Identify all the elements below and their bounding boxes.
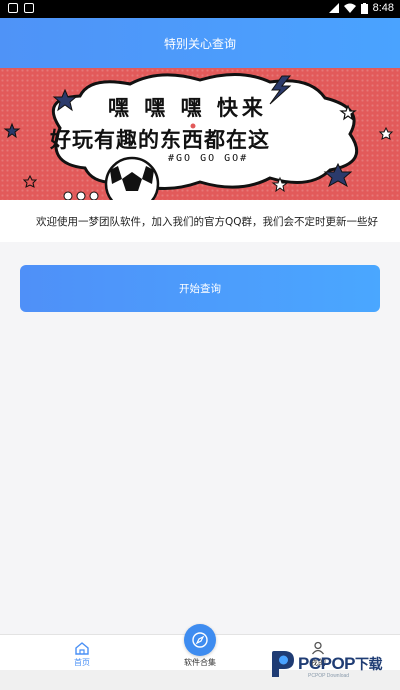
tab-home[interactable]: 首页 bbox=[32, 635, 132, 671]
wifi-icon bbox=[343, 3, 356, 13]
signal-icon bbox=[328, 3, 339, 13]
compass-icon bbox=[192, 632, 208, 648]
banner-headline-1: 嘿 嘿 嘿 快来 bbox=[108, 96, 267, 120]
status-bar: 8:48 bbox=[0, 0, 400, 18]
notification-icon-2 bbox=[24, 3, 34, 13]
notification-icon bbox=[8, 3, 18, 13]
battery-icon bbox=[360, 2, 368, 14]
banner-headline-2: 好玩有趣的东西都在这 bbox=[50, 128, 270, 152]
watermark-brand: PCPOP下载 bbox=[298, 654, 383, 673]
dot bbox=[76, 191, 86, 200]
tab-collection-label: 软件合集 bbox=[184, 658, 216, 667]
notice-text: 欢迎使用一梦团队软件，加入我们的官方QQ群，我们会不定时更新一些好 bbox=[36, 216, 379, 228]
pcpop-logo-icon bbox=[272, 651, 294, 677]
soccer-ball-icon bbox=[104, 156, 160, 200]
dot bbox=[89, 191, 99, 200]
page-title: 特别关心查询 bbox=[163, 36, 236, 51]
app-bar: 特别关心查询 bbox=[0, 18, 400, 68]
start-query-button[interactable]: 开始查询 bbox=[20, 265, 380, 312]
banner-tagline: #GO GO GO# bbox=[168, 153, 249, 164]
watermark-tagline: PCPOP Download bbox=[308, 673, 350, 679]
star-icon bbox=[378, 126, 394, 140]
pcpop-watermark: PCPOP下载 PCPOP Download bbox=[268, 646, 383, 682]
dot bbox=[63, 191, 73, 200]
status-time: 8:48 bbox=[372, 2, 394, 14]
notice-marquee: 欢迎使用一梦团队软件，加入我们的官方QQ群，我们会不定时更新一些好 bbox=[0, 200, 400, 242]
star-icon bbox=[3, 122, 21, 139]
home-icon bbox=[75, 642, 89, 655]
promo-banner[interactable]: 嘿 嘿 嘿 快来 好玩有趣的东西都在这 #GO GO GO# bbox=[0, 68, 400, 200]
star-icon bbox=[22, 174, 38, 188]
tab-home-label: 首页 bbox=[74, 658, 90, 667]
software-collection-button[interactable] bbox=[184, 624, 216, 656]
